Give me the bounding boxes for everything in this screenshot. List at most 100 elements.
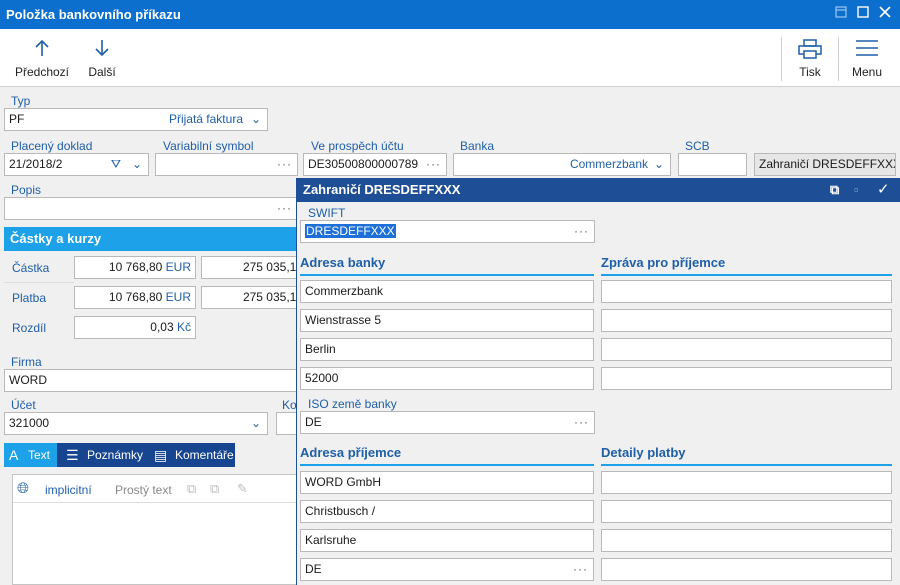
ucet-field[interactable]: 321000 ⌄ [4,412,268,435]
hamburger-icon [843,29,891,59]
detaily-line-2[interactable] [601,500,892,523]
zprava-line-2[interactable] [601,309,892,332]
popup-header: Zahraničí DRESDEFFXXX ⧉ ▫ ✓ [297,178,900,202]
more-icon[interactable]: ··· [574,221,589,242]
printer-icon [786,29,834,59]
ve-prospech-label: Ve prospěch účtu [311,139,404,153]
more-icon[interactable]: ··· [277,198,292,219]
castka-local-field[interactable]: 275 035,15 [201,256,298,279]
detaily-line-4[interactable] [601,558,892,581]
copy-icon[interactable]: ⧉ [187,481,196,497]
castka-field[interactable]: 10 768,80 EUR [74,256,196,279]
maximize-icon[interactable] [853,4,873,24]
ko-field[interactable] [276,412,298,435]
more-icon[interactable]: ··· [426,154,441,175]
platba-local-field[interactable]: 275 035,12 [201,286,298,309]
zprava-line-1[interactable] [601,280,892,303]
tab-text[interactable]: A Text [4,443,57,467]
firma-label: Firma [11,355,42,369]
title-bar: Položka bankovního příkazu [0,0,900,29]
list-icon: ☰ [66,447,79,463]
popis-label: Popis [11,183,42,197]
variabilni-symbol-field[interactable]: ··· [155,153,298,176]
banka-field[interactable]: Commerzbank ⌄ [453,153,671,176]
more-icon[interactable]: ··· [574,412,589,433]
filter-icon[interactable]: ⛛ [111,154,122,175]
platba-field[interactable]: 10 768,80 EUR [74,286,196,309]
platba-label: Platba [12,291,47,305]
detaily-header: Detaily platby [601,445,892,466]
lookup-icon[interactable]: ⌄ [654,154,665,175]
check-icon[interactable]: ✓ [877,178,890,202]
comment-icon: ▤ [154,447,168,463]
text-icon: A [9,447,19,463]
text-tabs: A Text ☰ Poznámky ▤ Komentáře [4,443,235,467]
scb-label: SCB [685,139,710,153]
typ-field[interactable]: PF Přijatá faktura ⌄ [4,108,268,131]
menu-button[interactable]: Menu [843,29,891,87]
toolbar-separator [838,37,839,81]
tab-komentare[interactable]: ▤ Komentáře [149,443,235,467]
adresa-prijemce-line-1[interactable]: WORD GmbH [300,471,594,494]
swift-field[interactable]: DRESDEFFXXX ··· [300,220,595,243]
ve-prospech-field[interactable]: DE30500800000789 ··· [303,153,447,176]
placeny-doklad-label: Placený doklad [11,139,93,153]
zahranici-popup: Zahraničí DRESDEFFXXX ⧉ ▫ ✓ SWIFT DRESDE… [296,178,900,585]
typ-label: Typ [11,94,31,108]
lookup-icon[interactable]: ⌄ [251,109,262,130]
adresa-banky-line-3[interactable]: Berlin [300,338,594,361]
adresa-banky-line-4[interactable]: 52000 [300,367,594,390]
adresa-prijemce-line-4[interactable]: DE ··· [300,558,594,581]
close-icon[interactable] [875,4,895,24]
tab-poznamky[interactable]: ☰ Poznámky [61,443,145,467]
scb-field[interactable] [678,153,747,176]
placeny-doklad-field[interactable]: 21/2018/2 ⛛ ⌄ [4,153,149,176]
style-dropdown[interactable]: Prostý text [115,483,172,497]
arrow-down-icon [80,29,124,59]
swift-label: SWIFT [308,206,346,220]
ko-label: Ko [282,398,297,412]
open-external-icon[interactable]: ⧉ [830,178,839,202]
detaily-line-3[interactable] [601,529,892,552]
pencil-icon[interactable]: ✎ [237,481,248,497]
castka-label: Částka [12,261,50,275]
adresa-banky-line-1[interactable]: Commerzbank [300,280,594,303]
globe-icon[interactable]: 🌐︎ [17,480,29,497]
castky-section-header: Částky a kurzy [4,227,298,251]
rozdil-field[interactable]: 0,03 Kč [74,316,196,339]
window-title: Položka bankovního příkazu [6,7,181,22]
zprava-line-3[interactable] [601,338,892,361]
zprava-header: Zpráva pro příjemce [601,255,892,276]
rozdil-label: Rozdíl [12,321,47,335]
toolbar-separator [781,37,782,81]
adresa-banky-line-2[interactable]: Wienstrasse 5 [300,309,594,332]
restore-icon[interactable] [831,4,851,24]
adresa-prijemce-line-3[interactable]: Karlsruhe [300,529,594,552]
arrow-up-icon [10,29,74,59]
toolbar: Předchozí Další Tisk Menu [0,29,900,87]
adresa-prijemce-line-2[interactable]: Christbusch / [300,500,594,523]
castky-section: Částka 10 768,80 EUR 275 035,15 Platba 1… [4,251,298,348]
iso-field[interactable]: DE ··· [300,411,595,434]
detaily-line-1[interactable] [601,471,892,494]
editor-toolbar: 🌐︎ implicitní Prostý text ⧉ ⧉ ✎ [13,475,299,503]
zahranici-button[interactable]: Zahraničí DRESDEFFXXX [754,153,896,176]
chevron-down-icon[interactable]: ⌄ [132,154,143,175]
zprava-line-4[interactable] [601,367,892,390]
language-dropdown[interactable]: implicitní [45,483,92,497]
print-button[interactable]: Tisk [786,29,834,87]
more-icon[interactable]: ··· [277,154,292,175]
more-icon[interactable]: ··· [573,559,588,580]
save-icon[interactable]: ▫ [854,178,859,202]
lookup-icon[interactable]: ⌄ [251,413,262,434]
popis-field[interactable]: ··· [4,197,298,220]
text-editor: 🌐︎ implicitní Prostý text ⧉ ⧉ ✎ [12,474,299,585]
paste-icon[interactable]: ⧉ [210,481,219,497]
iso-label: ISO země banky [308,397,397,411]
adresa-prijemce-header: Adresa příjemce [300,445,594,466]
firma-field[interactable]: WORD [4,369,298,392]
previous-button[interactable]: Předchozí [10,29,74,87]
adresa-banky-header: Adresa banky [300,255,594,276]
next-button[interactable]: Další [80,29,124,87]
ucet-label: Účet [11,398,36,412]
